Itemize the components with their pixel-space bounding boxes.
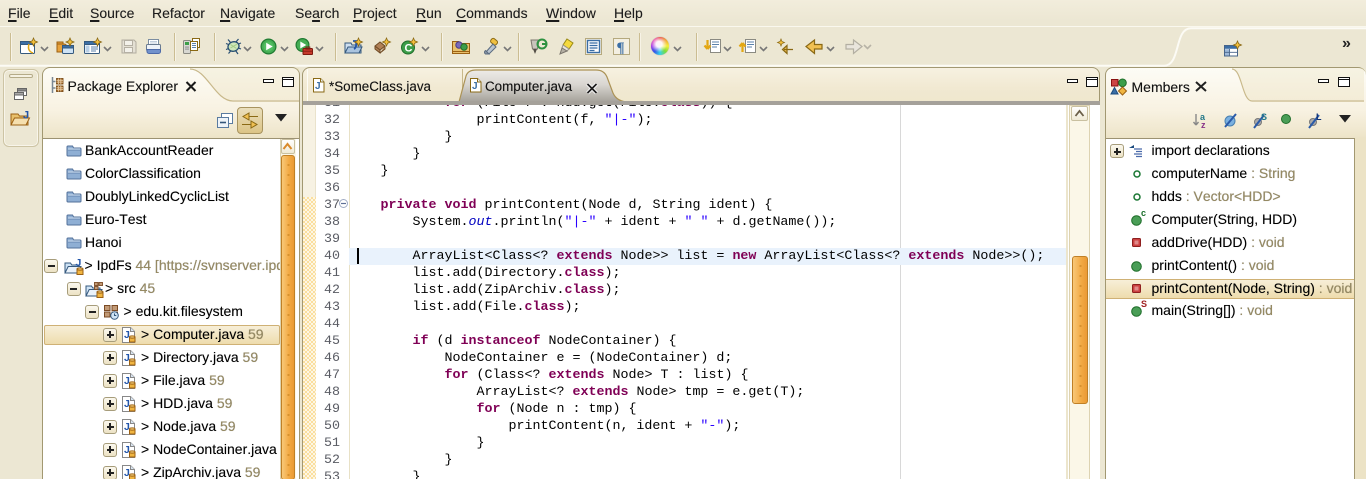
svg-text:z: z: [1201, 120, 1206, 130]
svg-text:J: J: [315, 81, 321, 92]
svg-text:J: J: [472, 81, 478, 92]
svg-text:S: S: [1261, 112, 1267, 122]
svg-text:J: J: [76, 257, 82, 269]
svg-text:J: J: [23, 110, 29, 122]
svg-text:L: L: [1316, 112, 1322, 122]
